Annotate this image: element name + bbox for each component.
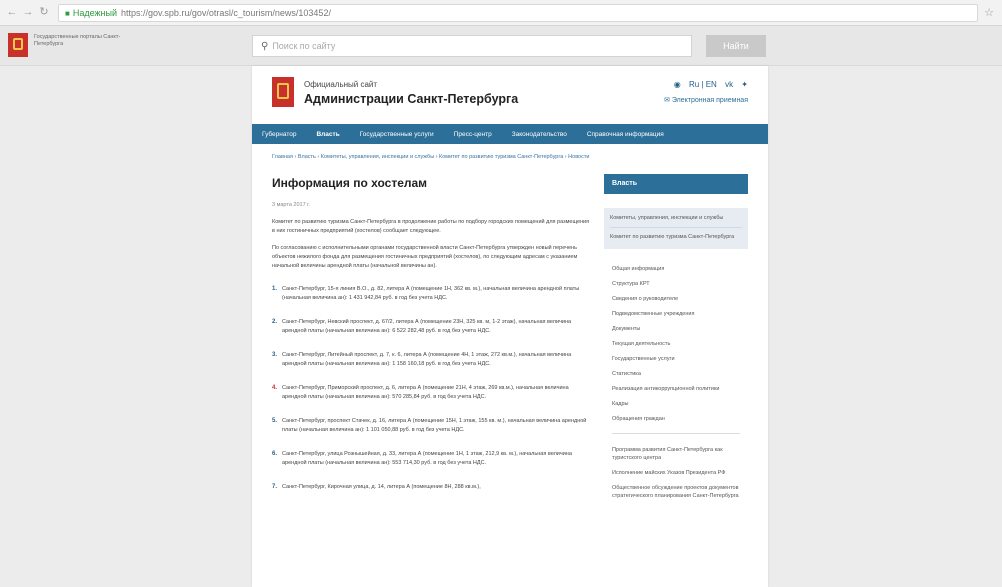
bookmark-star-icon[interactable]: ☆: [984, 6, 994, 19]
search-input[interactable]: ⚲ Поиск по сайту: [252, 35, 692, 57]
list-item: 6. Санкт-Петербург, улица Рознышейная, д.…: [272, 450, 592, 468]
menu-item-power[interactable]: Власть: [306, 131, 349, 138]
list-text: Санкт-Петербург, проспект Стачек, д. 16,…: [282, 418, 587, 433]
breadcrumb[interactable]: Главная › Власть › Комитеты, управления,…: [272, 154, 752, 160]
article-paragraph: Комитет по развитию туризма Санкт-Петерб…: [272, 219, 590, 234]
list-item: 4. Санкт-Петербург, Приморский проспект, …: [272, 384, 592, 402]
article-paragraph: По согласованию с исполнительными органа…: [272, 245, 578, 269]
sidebar-link[interactable]: Общая информация: [612, 265, 740, 273]
sidebar-link[interactable]: Реализация антикоррупционной политики: [612, 385, 740, 393]
sidebar-link[interactable]: Общественное обсуждение проектов докумен…: [612, 484, 740, 500]
search-icon: ⚲: [261, 41, 269, 52]
list-text: Санкт-Петербург, 15-я линия В.О., д. 82,…: [282, 286, 580, 301]
portal-name[interactable]: Государственные порталы Санкт-Петербурга: [34, 34, 124, 48]
sidebar-link[interactable]: Кадры: [612, 400, 740, 408]
list-number: 5.: [272, 418, 278, 424]
search-button[interactable]: Найти: [706, 35, 766, 57]
lock-icon: ■: [65, 9, 70, 18]
list-number: 1.: [272, 286, 278, 292]
list-text: Санкт-Петербург, Приморский проспект, д.…: [282, 385, 569, 400]
sidebar-link[interactable]: Структура КРТ: [612, 280, 740, 288]
sidebar-divider: [612, 433, 740, 434]
mail-link[interactable]: ✉ Электронная приемная: [664, 96, 748, 104]
sidebar-link[interactable]: Сведения о руководителе: [612, 295, 740, 303]
sidebar-link[interactable]: Документы: [612, 325, 740, 333]
menu-item-reference[interactable]: Справочная информация: [577, 131, 674, 138]
list-item: 5. Санкт-Петербург, проспект Стачек, д. 1…: [272, 417, 592, 435]
sidebar-link[interactable]: Исполнение майских Указов Президента РФ: [612, 469, 740, 477]
sidebar-links: Общая информация Структура КРТ Сведения …: [604, 265, 748, 500]
main-menu: Губернатор Власть Государственные услуги…: [252, 124, 768, 144]
page-title: Информация по хостелам: [272, 176, 428, 190]
site-title[interactable]: Администрации Санкт-Петербурга: [304, 92, 518, 106]
list-number: 6.: [272, 451, 278, 457]
list-number: 4.: [272, 385, 278, 391]
url-text: https://gov.spb.ru/gov/otrasl/c_tourism/…: [121, 8, 331, 18]
list-text: Санкт-Петербург, Литейный проспект, д. 7…: [282, 352, 572, 367]
menu-item-services[interactable]: Государственные услуги: [350, 131, 444, 138]
search-placeholder: Поиск по сайту: [272, 41, 336, 51]
sidebar-heading[interactable]: Власть: [604, 174, 748, 194]
sidebar-link[interactable]: Статистика: [612, 370, 740, 378]
menu-item-governor[interactable]: Губернатор: [252, 131, 306, 138]
back-icon[interactable]: ←: [6, 6, 18, 18]
article-date: 3 марта 2017 г.: [272, 202, 311, 208]
article: Информация по хостелам 3 марта 2017 г. К…: [272, 176, 592, 507]
page-container: Официальный сайт Администрации Санкт-Пет…: [252, 66, 768, 587]
list-item: 2. Санкт-Петербург, Невский проспект, д. …: [272, 318, 592, 336]
menu-item-legislation[interactable]: Законодательство: [502, 131, 577, 138]
list-number: 3.: [272, 352, 278, 358]
sidebar-link[interactable]: Программа развития Санкт-Петербурга как …: [612, 446, 740, 462]
list-item: 3. Санкт-Петербург, Литейный проспект, д.…: [272, 351, 592, 369]
coat-of-arms-icon[interactable]: [272, 77, 294, 107]
secure-label: Надежный: [72, 8, 117, 18]
list-item: 1. Санкт-Петербург, 15-я линия В.О., д. 8…: [272, 285, 592, 303]
site-subtitle: Официальный сайт: [304, 80, 378, 89]
reload-icon[interactable]: ↻: [38, 6, 50, 18]
header-tools: ◉ Ru | EN vk ✦: [668, 80, 748, 89]
accessibility-eye-icon[interactable]: ◉: [674, 80, 681, 89]
list-number: 7.: [272, 484, 278, 490]
sidebar-item-tourism-committee[interactable]: Комитет по развитию туризма Санкт-Петерб…: [610, 227, 742, 243]
list-number: 2.: [272, 319, 278, 325]
mail-link-label: Электронная приемная: [671, 97, 748, 104]
sidebar-link[interactable]: Обращения граждан: [612, 415, 740, 423]
portal-logo-icon[interactable]: [8, 33, 28, 57]
twitter-icon[interactable]: ✦: [741, 80, 748, 89]
mail-icon: ✉: [664, 97, 672, 104]
menu-item-press[interactable]: Пресс-центр: [444, 131, 502, 138]
sidebar-link[interactable]: Текущая деятельность: [612, 340, 740, 348]
vk-icon[interactable]: vk: [725, 80, 733, 89]
forward-icon[interactable]: →: [22, 6, 34, 18]
sidebar-current-section: Комитеты, управления, инспекции и службы…: [604, 208, 748, 249]
list-text: Санкт-Петербург, Невский проспект, д. 67…: [282, 319, 572, 334]
list-text: Санкт-Петербург, улица Рознышейная, д. 3…: [282, 451, 572, 466]
address-bar[interactable]: ■ Надежный https://gov.spb.ru/gov/otrasl/c…: [58, 4, 978, 22]
sidebar-link[interactable]: Государственные услуги: [612, 355, 740, 363]
browser-toolbar: ← → ↻ ■ Надежный https://gov.spb.ru/gov/ot…: [0, 0, 1002, 26]
sidebar-link[interactable]: Подведомственные учреждения: [612, 310, 740, 318]
portal-bar: Государственные порталы Санкт-Петербурга…: [0, 26, 1002, 66]
language-switch[interactable]: Ru | EN: [689, 80, 717, 89]
sidebar-item-committees[interactable]: Комитеты, управления, инспекции и службы: [610, 212, 742, 224]
site-header: Официальный сайт Администрации Санкт-Пет…: [252, 66, 768, 122]
sidebar: Власть Комитеты, управления, инспекции и…: [604, 174, 748, 507]
list-item: 7. Санкт-Петербург, Кирочная улица, д. 14…: [272, 483, 592, 492]
list-text: Санкт-Петербург, Кирочная улица, д. 14, …: [282, 484, 481, 490]
